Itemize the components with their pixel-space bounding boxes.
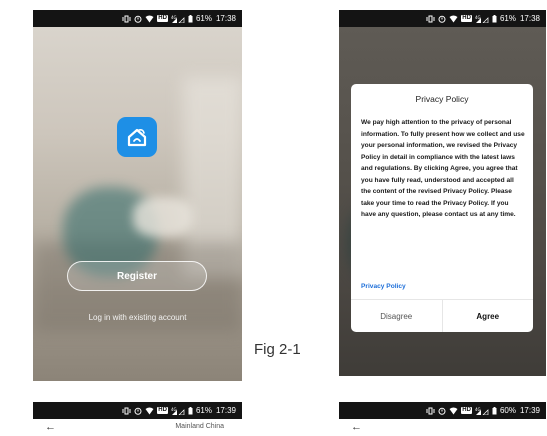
vibrate-icon [426,15,435,22]
alarm-icon [134,407,142,415]
dialog-title: Privacy Policy [415,94,469,104]
login-existing-account-link[interactable]: Log in with existing account [33,313,242,322]
hd-badge: HD [461,407,472,414]
status-icons: HD 4G 61% [122,406,212,415]
privacy-screen: HD 4G 61% 17:38 Privacy Policy We pay hi… [339,10,546,376]
status-time: 17:38 [519,14,540,23]
hd-badge: HD [157,15,168,22]
vibrate-icon [426,407,435,414]
region-selector[interactable]: Mainland China [175,423,224,430]
battery-icon [188,14,193,22]
app-logo-icon [117,117,157,157]
status-time: 17:39 [519,406,540,415]
signal-icon: 4G [475,407,489,415]
battery-percent: 61% [195,406,212,415]
signal-icon: 4G [475,15,489,23]
battery-icon [492,406,497,414]
dialog-actions: Disagree Agree [351,299,533,332]
signal-icon: 4G [171,407,185,415]
battery-percent: 60% [499,406,516,415]
figure-label: Fig 2-1 [254,341,301,358]
alarm-icon [438,15,446,23]
top-nav: ← [339,419,546,436]
status-time: 17:38 [215,14,236,23]
register-button[interactable]: Register [67,261,207,291]
hd-badge: HD [157,407,168,414]
hd-badge: HD [461,15,472,22]
back-arrow-icon[interactable]: ← [351,421,362,433]
privacy-policy-link[interactable]: Privacy Policy [361,283,406,290]
battery-icon [492,14,497,22]
battery-icon [188,406,193,414]
status-bar: HD 4G 61% 17:39 [33,402,242,419]
status-icons: HD 4G 60% [426,406,516,415]
status-bar: HD 4G 60% 17:39 [339,402,546,419]
welcome-screen: HD 4G 61% 17:38 Register Log in with exi… [33,10,242,381]
agree-button[interactable]: Agree [443,300,534,332]
alarm-icon [438,407,446,415]
top-nav: ← Mainland China [33,419,242,436]
wifi-icon [145,407,154,414]
alarm-icon [134,15,142,23]
wifi-icon [449,407,458,414]
status-time: 17:39 [215,406,236,415]
disagree-button[interactable]: Disagree [351,300,443,332]
vibrate-icon [122,407,131,414]
dialog-body: We pay high attention to the privacy of … [361,119,525,218]
vibrate-icon [122,15,131,22]
verification-screen: HD 4G 60% 17:39 ← [339,402,546,436]
status-icons: HD 4G 61% [122,14,212,23]
status-icons: HD 4G 61% [426,14,516,23]
wifi-icon [145,15,154,22]
battery-percent: 61% [499,14,516,23]
background-image [33,27,242,381]
battery-percent: 61% [195,14,212,23]
register-screen: HD 4G 61% 17:39 ← Mainland China [33,402,242,436]
status-bar: HD 4G 61% 17:38 [33,10,242,27]
wifi-icon [449,15,458,22]
status-bar: HD 4G 61% 17:38 [339,10,546,27]
back-arrow-icon[interactable]: ← [45,421,56,433]
privacy-policy-dialog: Privacy Policy We pay high attention to … [351,84,533,332]
signal-icon: 4G [171,15,185,23]
